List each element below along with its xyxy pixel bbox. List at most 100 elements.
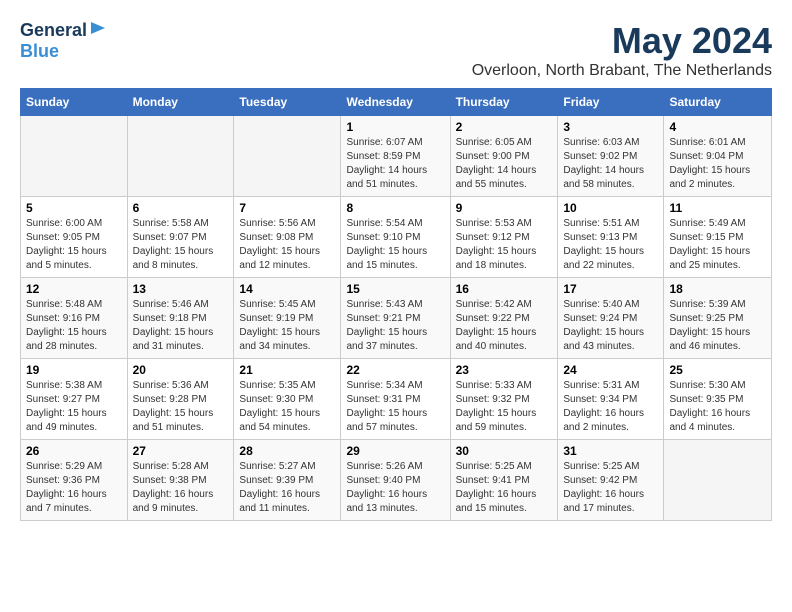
header-cell-saturday: Saturday [664, 89, 772, 116]
calendar-cell: 1 Sunrise: 6:07 AM Sunset: 8:59 PM Daylig… [341, 116, 450, 197]
day-number: 11 [669, 201, 766, 215]
calendar-cell: 31 Sunrise: 5:25 AM Sunset: 9:42 PM Dayli… [558, 440, 664, 521]
day-number: 8 [346, 201, 444, 215]
day-number: 14 [239, 282, 335, 296]
calendar-cell: 20Sunrise: 5:36 AM Sunset: 9:28 PM Dayli… [127, 359, 234, 440]
calendar-week-1: 5 Sunrise: 6:00 AM Sunset: 9:05 PM Daylig… [21, 197, 772, 278]
day-number: 29 [346, 444, 444, 458]
day-number: 22 [346, 363, 444, 377]
day-number: 30 [456, 444, 553, 458]
header-row: SundayMondayTuesdayWednesdayThursdayFrid… [21, 89, 772, 116]
calendar-cell: 29 Sunrise: 5:26 AM Sunset: 9:40 PM Dayli… [341, 440, 450, 521]
calendar-cell: 27Sunrise: 5:28 AM Sunset: 9:38 PM Dayli… [127, 440, 234, 521]
day-info: Sunrise: 5:30 AM Sunset: 9:35 PM Dayligh… [669, 379, 766, 435]
day-number: 9 [456, 201, 553, 215]
day-number: 24 [563, 363, 658, 377]
header-cell-thursday: Thursday [450, 89, 558, 116]
day-info: Sunrise: 5:58 AM Sunset: 9:07 PM Dayligh… [133, 217, 229, 273]
calendar-week-0: 1 Sunrise: 6:07 AM Sunset: 8:59 PM Daylig… [21, 116, 772, 197]
day-info: Sunrise: 5:25 AM Sunset: 9:42 PM Dayligh… [563, 460, 658, 516]
calendar-cell: 22 Sunrise: 5:34 AM Sunset: 9:31 PM Dayli… [341, 359, 450, 440]
calendar-cell: 10 Sunrise: 5:51 AM Sunset: 9:13 PM Dayli… [558, 197, 664, 278]
calendar-cell: 12 Sunrise: 5:48 AM Sunset: 9:16 PM Dayli… [21, 278, 128, 359]
calendar-cell: 8 Sunrise: 5:54 AM Sunset: 9:10 PM Daylig… [341, 197, 450, 278]
calendar-cell: 26Sunrise: 5:29 AM Sunset: 9:36 PM Dayli… [21, 440, 128, 521]
logo: General Blue [20, 20, 107, 62]
day-number: 10 [563, 201, 658, 215]
day-info: Sunrise: 5:35 AM Sunset: 9:30 PM Dayligh… [239, 379, 335, 435]
day-info: Sunrise: 5:53 AM Sunset: 9:12 PM Dayligh… [456, 217, 553, 273]
day-number: 21 [239, 363, 335, 377]
logo-blue-text: Blue [20, 41, 59, 62]
day-info: Sunrise: 5:40 AM Sunset: 9:24 PM Dayligh… [563, 298, 658, 354]
day-info: Sunrise: 6:03 AM Sunset: 9:02 PM Dayligh… [563, 136, 658, 192]
calendar-body: 1 Sunrise: 6:07 AM Sunset: 8:59 PM Daylig… [21, 116, 772, 521]
calendar-cell: 28 Sunrise: 5:27 AM Sunset: 9:39 PM Dayli… [234, 440, 341, 521]
day-info: Sunrise: 5:36 AM Sunset: 9:28 PM Dayligh… [133, 379, 229, 435]
day-info: Sunrise: 5:49 AM Sunset: 9:15 PM Dayligh… [669, 217, 766, 273]
day-info: Sunrise: 6:07 AM Sunset: 8:59 PM Dayligh… [346, 136, 444, 192]
calendar-cell: 11 Sunrise: 5:49 AM Sunset: 9:15 PM Dayli… [664, 197, 772, 278]
day-info: Sunrise: 5:51 AM Sunset: 9:13 PM Dayligh… [563, 217, 658, 273]
day-number: 17 [563, 282, 658, 296]
day-number: 1 [346, 120, 444, 134]
calendar-cell: 9 Sunrise: 5:53 AM Sunset: 9:12 PM Daylig… [450, 197, 558, 278]
day-number: 6 [133, 201, 229, 215]
day-info: Sunrise: 6:01 AM Sunset: 9:04 PM Dayligh… [669, 136, 766, 192]
day-info: Sunrise: 5:48 AM Sunset: 9:16 PM Dayligh… [26, 298, 122, 354]
day-number: 4 [669, 120, 766, 134]
header-cell-sunday: Sunday [21, 89, 128, 116]
day-info: Sunrise: 6:05 AM Sunset: 9:00 PM Dayligh… [456, 136, 553, 192]
day-number: 16 [456, 282, 553, 296]
day-info: Sunrise: 5:26 AM Sunset: 9:40 PM Dayligh… [346, 460, 444, 516]
calendar-cell: 14 Sunrise: 5:45 AM Sunset: 9:19 PM Dayli… [234, 278, 341, 359]
day-info: Sunrise: 6:00 AM Sunset: 9:05 PM Dayligh… [26, 217, 122, 273]
day-info: Sunrise: 5:25 AM Sunset: 9:41 PM Dayligh… [456, 460, 553, 516]
calendar-cell: 30 Sunrise: 5:25 AM Sunset: 9:41 PM Dayli… [450, 440, 558, 521]
header-cell-tuesday: Tuesday [234, 89, 341, 116]
day-info: Sunrise: 5:54 AM Sunset: 9:10 PM Dayligh… [346, 217, 444, 273]
day-info: Sunrise: 5:34 AM Sunset: 9:31 PM Dayligh… [346, 379, 444, 435]
month-title: May 2024 [472, 20, 772, 62]
day-info: Sunrise: 5:42 AM Sunset: 9:22 PM Dayligh… [456, 298, 553, 354]
day-info: Sunrise: 5:39 AM Sunset: 9:25 PM Dayligh… [669, 298, 766, 354]
day-number: 19 [26, 363, 122, 377]
day-info: Sunrise: 5:56 AM Sunset: 9:08 PM Dayligh… [239, 217, 335, 273]
day-info: Sunrise: 5:27 AM Sunset: 9:39 PM Dayligh… [239, 460, 335, 516]
day-number: 25 [669, 363, 766, 377]
calendar-week-4: 26Sunrise: 5:29 AM Sunset: 9:36 PM Dayli… [21, 440, 772, 521]
header-cell-wednesday: Wednesday [341, 89, 450, 116]
day-number: 23 [456, 363, 553, 377]
day-info: Sunrise: 5:31 AM Sunset: 9:34 PM Dayligh… [563, 379, 658, 435]
logo-general-text: General [20, 20, 87, 41]
calendar-cell [664, 440, 772, 521]
header-cell-friday: Friday [558, 89, 664, 116]
day-info: Sunrise: 5:28 AM Sunset: 9:38 PM Dayligh… [133, 460, 229, 516]
calendar-week-2: 12 Sunrise: 5:48 AM Sunset: 9:16 PM Dayli… [21, 278, 772, 359]
calendar-cell: 5 Sunrise: 6:00 AM Sunset: 9:05 PM Daylig… [21, 197, 128, 278]
calendar-cell: 2Sunrise: 6:05 AM Sunset: 9:00 PM Daylig… [450, 116, 558, 197]
calendar-cell: 24 Sunrise: 5:31 AM Sunset: 9:34 PM Dayli… [558, 359, 664, 440]
page-header: General Blue May 2024 Overloon, North Br… [20, 20, 772, 80]
day-number: 28 [239, 444, 335, 458]
day-info: Sunrise: 5:33 AM Sunset: 9:32 PM Dayligh… [456, 379, 553, 435]
calendar-header: SundayMondayTuesdayWednesdayThursdayFrid… [21, 89, 772, 116]
title-area: May 2024 Overloon, North Brabant, The Ne… [472, 20, 772, 80]
day-number: 18 [669, 282, 766, 296]
location-title: Overloon, North Brabant, The Netherlands [472, 62, 772, 80]
calendar-cell: 13Sunrise: 5:46 AM Sunset: 9:18 PM Dayli… [127, 278, 234, 359]
day-info: Sunrise: 5:38 AM Sunset: 9:27 PM Dayligh… [26, 379, 122, 435]
calendar-cell [127, 116, 234, 197]
day-number: 31 [563, 444, 658, 458]
calendar-cell: 18 Sunrise: 5:39 AM Sunset: 9:25 PM Dayli… [664, 278, 772, 359]
calendar-cell: 7Sunrise: 5:56 AM Sunset: 9:08 PM Daylig… [234, 197, 341, 278]
logo-flag-icon [89, 20, 107, 38]
calendar-table: SundayMondayTuesdayWednesdayThursdayFrid… [20, 88, 772, 521]
day-number: 13 [133, 282, 229, 296]
day-number: 5 [26, 201, 122, 215]
day-number: 12 [26, 282, 122, 296]
calendar-cell: 15Sunrise: 5:43 AM Sunset: 9:21 PM Dayli… [341, 278, 450, 359]
day-info: Sunrise: 5:45 AM Sunset: 9:19 PM Dayligh… [239, 298, 335, 354]
calendar-cell: 21 Sunrise: 5:35 AM Sunset: 9:30 PM Dayli… [234, 359, 341, 440]
header-cell-monday: Monday [127, 89, 234, 116]
